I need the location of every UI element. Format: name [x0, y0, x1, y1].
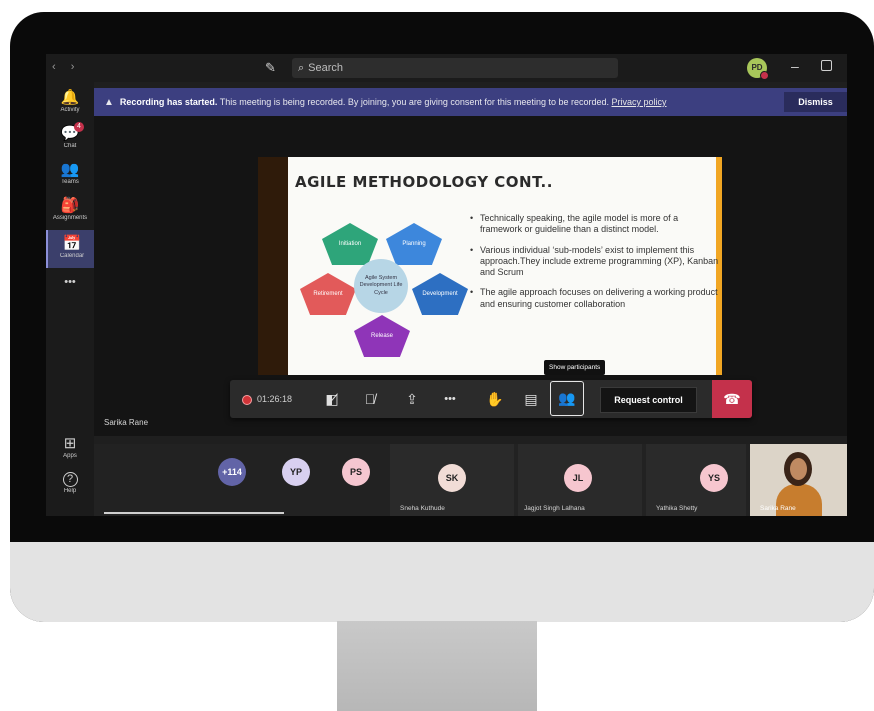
- minimize-button[interactable]: –: [791, 58, 799, 74]
- share-screen-icon[interactable]: ⇪: [394, 380, 430, 418]
- slide-bullet: Various individual ‘sub-models’ exist to…: [468, 245, 720, 279]
- scroll-indicator: [104, 512, 284, 514]
- rail-item-activity[interactable]: 🔔 Activity: [46, 88, 94, 113]
- monitor-stand: [337, 621, 537, 711]
- participant-tile[interactable]: YS Yathika Shetty: [646, 444, 746, 516]
- camera-off-icon[interactable]: ◧̸: [314, 380, 350, 418]
- monitor-frame: ‹ › ✎ ⌕ Search PD – 🔔 Activity 💬 Chat 4 👥…: [10, 12, 874, 622]
- apps-icon: ⊞: [63, 435, 77, 452]
- participant-tile[interactable]: SK Sneha Kuthude: [390, 444, 514, 516]
- rail-item-chat[interactable]: 💬 Chat 4: [46, 122, 94, 149]
- dismiss-button[interactable]: Dismiss: [784, 92, 847, 112]
- status-dot: [760, 71, 769, 80]
- warning-icon: ▲: [104, 97, 114, 108]
- rail-item-teams[interactable]: 👥 Teams: [46, 160, 94, 185]
- rail-item-assignments[interactable]: 🎒 Assignments: [46, 196, 94, 221]
- presenter-name: Sarika Rane: [104, 418, 149, 427]
- participant-avatar: SK: [438, 464, 466, 492]
- assignments-icon: 🎒: [60, 197, 80, 214]
- participants-strip: +114 YP PS SK Sneha Kuthude JL Jagjot Si…: [94, 444, 847, 516]
- banner-bold-text: Recording has started.: [119, 97, 218, 107]
- user-avatar[interactable]: PD: [747, 58, 769, 80]
- meeting-timer: 01:26:18: [257, 394, 293, 404]
- more-icon: •••: [64, 276, 76, 288]
- participant-name: Sarika Rane: [760, 505, 796, 512]
- back-forward-arrows[interactable]: ‹ ›: [52, 61, 80, 73]
- new-chat-icon[interactable]: ✎: [265, 60, 276, 76]
- participant-name: Jagjot Singh Lalhana: [524, 505, 585, 512]
- participant-pill[interactable]: PS: [342, 458, 370, 486]
- agile-diagram: Initiation Planning Development Release …: [300, 215, 468, 375]
- participant-tile[interactable]: JL Jagjot Singh Lalhana: [518, 444, 642, 516]
- recording-banner: ▲ Recording has started. This meeting is …: [94, 88, 847, 116]
- rail-item-more[interactable]: •••: [46, 276, 94, 288]
- slide-title: AGILE METHODOLOGY CONT..: [295, 173, 553, 191]
- participants-icon[interactable]: 👥: [550, 381, 584, 416]
- slide-left-border: [258, 157, 288, 375]
- slide-bullet: The agile approach focuses on delivering…: [468, 287, 720, 310]
- participant-pill[interactable]: YP: [282, 458, 310, 486]
- search-placeholder: Search: [308, 62, 344, 74]
- search-bar[interactable]: ⌕ Search: [292, 58, 618, 78]
- rail-item-help[interactable]: ? Help: [46, 472, 94, 494]
- slide-bullets: Technically speaking, the agile model is…: [468, 213, 720, 319]
- rail-item-apps[interactable]: ⊞ Apps: [46, 434, 94, 459]
- calendar-icon: 📅: [62, 235, 82, 252]
- diagram-stage-initiation: Initiation: [322, 223, 378, 265]
- mic-muted-icon[interactable]: 🎙̸: [352, 380, 388, 418]
- shared-slide: AGILE METHODOLOGY CONT.. Initiation Plan…: [258, 157, 722, 375]
- meeting-toolbar: 01:26:18 ◧̸ 🎙̸ ⇪ ••• ✋ ▤ 👥 Request contr…: [230, 380, 752, 418]
- chat-icon: 💬: [60, 125, 80, 142]
- show-participants-tooltip: Show participants: [544, 360, 606, 375]
- diagram-stage-retirement: Retirement: [300, 273, 356, 315]
- banner-text: This meeting is being recorded. By joini…: [217, 97, 612, 107]
- monitor-chin: [10, 542, 874, 622]
- app-rail: 🔔 Activity 💬 Chat 4 👥 Teams 🎒 Assignment…: [46, 82, 96, 516]
- bell-icon: 🔔: [60, 89, 80, 106]
- raise-hand-icon[interactable]: ✋: [478, 380, 512, 418]
- rail-item-calendar[interactable]: 📅 Calendar: [46, 230, 96, 268]
- teams-icon: 👥: [60, 161, 80, 178]
- diagram-center: Agile System Development Life Cycle: [354, 259, 408, 313]
- participant-video-tile[interactable]: Sarika Rane: [750, 444, 847, 516]
- diagram-stage-planning: Planning: [386, 223, 442, 265]
- chat-badge: 4: [74, 122, 84, 132]
- title-bar: ‹ › ✎ ⌕ Search PD –: [46, 54, 847, 82]
- request-control-button[interactable]: Request control: [600, 387, 697, 413]
- participant-name: Yathika Shetty: [656, 505, 698, 512]
- diagram-stage-development: Development: [412, 273, 468, 315]
- slide-bullet: Technically speaking, the agile model is…: [468, 213, 720, 236]
- overflow-participants-pill[interactable]: +114: [218, 458, 246, 486]
- participant-avatar: YS: [700, 464, 728, 492]
- privacy-policy-link[interactable]: Privacy policy: [612, 97, 667, 107]
- video-person-face: [790, 458, 807, 480]
- participant-avatar: JL: [564, 464, 592, 492]
- maximize-button[interactable]: [821, 60, 832, 71]
- recording-indicator-icon: [242, 395, 252, 405]
- phone-hangup-icon: ☎: [723, 391, 741, 407]
- help-icon: ?: [62, 472, 78, 487]
- hang-up-button[interactable]: ☎: [712, 380, 752, 418]
- more-options-icon[interactable]: •••: [432, 380, 468, 418]
- chat-toggle-icon[interactable]: ▤: [514, 380, 548, 418]
- search-icon: ⌕: [298, 62, 305, 74]
- teams-window: ‹ › ✎ ⌕ Search PD – 🔔 Activity 💬 Chat 4 👥…: [46, 54, 847, 516]
- diagram-stage-release: Release: [354, 315, 410, 357]
- participant-name: Sneha Kuthude: [400, 505, 445, 512]
